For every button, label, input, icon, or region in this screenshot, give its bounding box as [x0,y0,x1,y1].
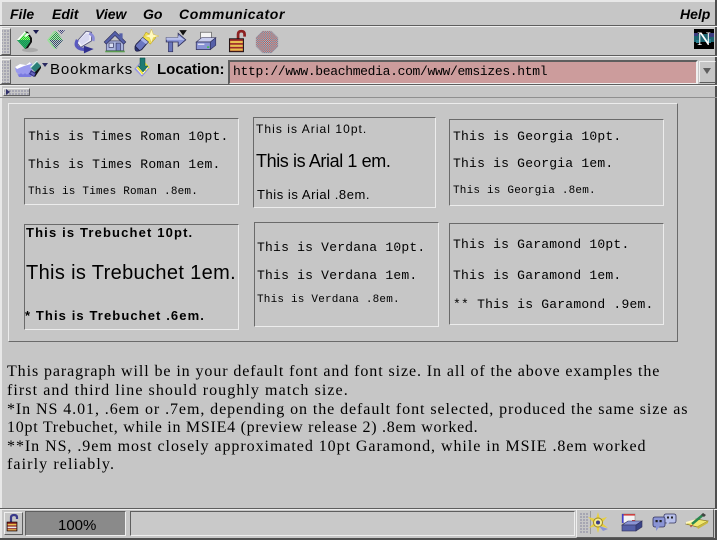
svg-text:N: N [697,29,711,49]
